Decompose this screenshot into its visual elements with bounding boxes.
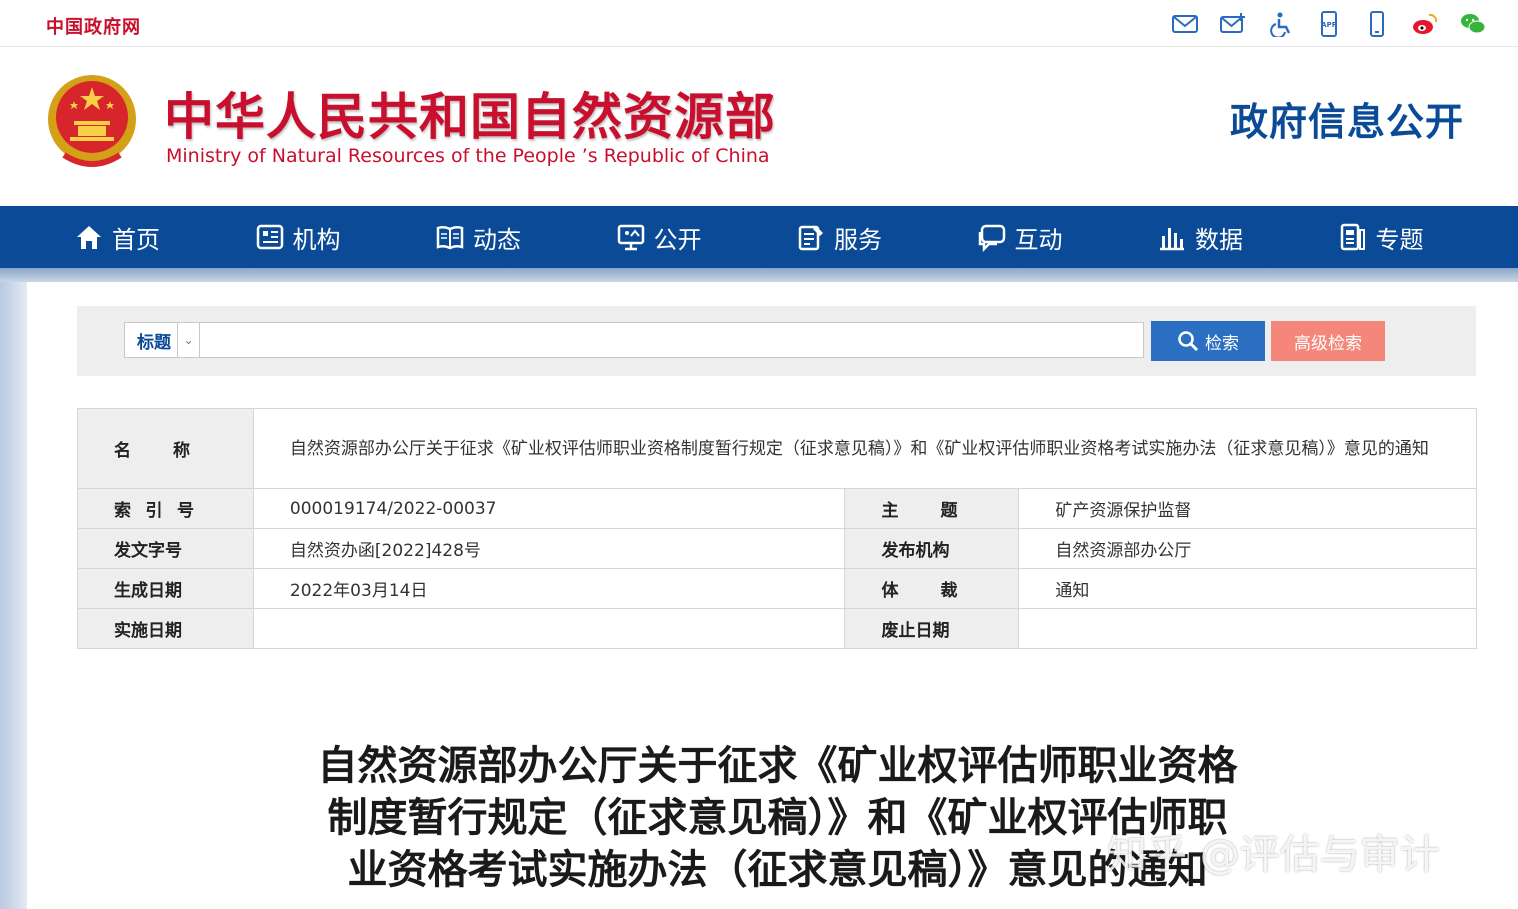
nav-item-label: 服务	[834, 225, 882, 254]
expire-label: 废止日期	[844, 608, 1020, 649]
site-header: 中华人民共和国自然资源部 Ministry of Natural Resourc…	[0, 47, 1518, 206]
mobile-icon[interactable]	[1362, 10, 1392, 38]
issuer-label: 发布机构	[844, 528, 1020, 569]
search-field-select[interactable]: 标题 ⌄	[124, 322, 200, 358]
nav-item-label: 公开	[653, 225, 702, 254]
name-label: 名称	[77, 408, 254, 489]
weibo-icon[interactable]	[1410, 10, 1440, 38]
nav-item-label: 数据	[1195, 225, 1243, 254]
page-side-strip	[0, 282, 27, 909]
nav-item-org[interactable]: 机构	[255, 206, 436, 268]
topic-label: 主题	[844, 488, 1020, 529]
search-input[interactable]	[199, 322, 1144, 358]
created-label: 生成日期	[77, 568, 254, 609]
effective-value	[252, 608, 846, 649]
effective-label: 实施日期	[77, 608, 254, 649]
index-label: 索引号	[77, 488, 254, 529]
mail-plus-icon[interactable]	[1218, 10, 1248, 38]
monitor-icon	[617, 224, 644, 251]
watermark: 知乎 @评估与审计	[1107, 832, 1440, 878]
org-icon	[256, 224, 283, 250]
nav-item-service[interactable]: 服务	[796, 206, 977, 268]
nav-shadow	[0, 268, 1518, 282]
table-row: 生成日期 2022年03月14日 体裁 通知	[77, 568, 1477, 609]
book-icon	[436, 225, 464, 250]
search-button[interactable]: 检索	[1151, 321, 1265, 361]
nav-item-home[interactable]: 首页	[74, 206, 255, 268]
search-icon	[1178, 331, 1199, 352]
app-icon[interactable]: APP	[1314, 10, 1344, 38]
nav-item-topic[interactable]: 专题	[1338, 206, 1518, 268]
nav-item-label: 机构	[292, 225, 341, 254]
chart-icon	[1160, 228, 1184, 251]
nav-item-open[interactable]: 公开	[616, 206, 797, 268]
advanced-search-button[interactable]: 高级检索	[1271, 321, 1385, 361]
document-title-line: 自然资源部办公厅关于征求《矿业权评估师职业资格	[317, 743, 1238, 789]
chevron-down-icon[interactable]: ⌄	[177, 323, 199, 357]
tool-icons: APP	[1170, 10, 1488, 38]
name-value: 自然资源部办公厅关于征求《矿业权评估师职业资格制度暂行规定（征求意见稿）》和《矿…	[252, 408, 1478, 489]
genre-label: 体裁	[844, 568, 1020, 609]
document-meta-table: 名称 自然资源部办公厅关于征求《矿业权评估师职业资格制度暂行规定（征求意见稿）》…	[77, 408, 1478, 649]
search-select-value: 标题	[137, 332, 171, 353]
table-row: 索引号 000019174/2022-00037 主题 矿产资源保护监督	[77, 488, 1477, 529]
nav-item-news[interactable]: 动态	[435, 206, 616, 268]
mail-icon[interactable]	[1170, 10, 1200, 38]
wechat-icon[interactable]	[1458, 10, 1488, 38]
chat-icon	[978, 224, 1005, 252]
topic-value: 矿产资源保护监督	[1018, 488, 1477, 529]
issuer-value: 自然资源部办公厅	[1018, 528, 1477, 569]
topic-icon	[1340, 223, 1365, 251]
site-title: 中华人民共和国自然资源部	[164, 88, 776, 146]
nav-item-label: 专题	[1375, 225, 1424, 254]
nav-item-label: 互动	[1014, 225, 1063, 254]
table-row: 发文字号 自然资办函[2022]428号 发布机构 自然资源部办公厅	[77, 528, 1477, 569]
nav-item-data[interactable]: 数据	[1157, 206, 1338, 268]
accessibility-icon[interactable]	[1266, 10, 1296, 38]
nav-item-label: 首页	[112, 225, 160, 254]
service-icon	[798, 225, 823, 251]
table-row: 名称 自然资源部办公厅关于征求《矿业权评估师职业资格制度暂行规定（征求意见稿）》…	[77, 408, 1478, 489]
search-button-label: 检索	[1205, 333, 1239, 354]
expire-value	[1018, 608, 1477, 649]
home-icon	[77, 226, 101, 249]
site-subtitle: Ministry of Natural Resources of the Peo…	[166, 145, 770, 167]
created-value: 2022年03月14日	[252, 568, 846, 609]
doc-no-value: 自然资办函[2022]428号	[252, 528, 846, 569]
nav-item-interact[interactable]: 互动	[977, 206, 1158, 268]
index-value: 000019174/2022-00037	[252, 488, 846, 529]
svg-text:APP: APP	[1321, 21, 1337, 29]
section-title: 政府信息公开	[1229, 100, 1464, 144]
table-row: 实施日期 废止日期	[77, 608, 1477, 649]
main-nav: 首页 机构 动态 公开 服务 互动 数据 专题	[0, 206, 1518, 268]
genre-value: 通知	[1018, 568, 1477, 609]
nav-item-label: 动态	[473, 225, 521, 254]
gov-portal-link[interactable]: 中国政府网	[46, 13, 141, 39]
national-emblem-icon	[44, 69, 140, 173]
top-utility-bar: 中国政府网 APP	[0, 0, 1518, 47]
doc-no-label: 发文字号	[77, 528, 254, 569]
